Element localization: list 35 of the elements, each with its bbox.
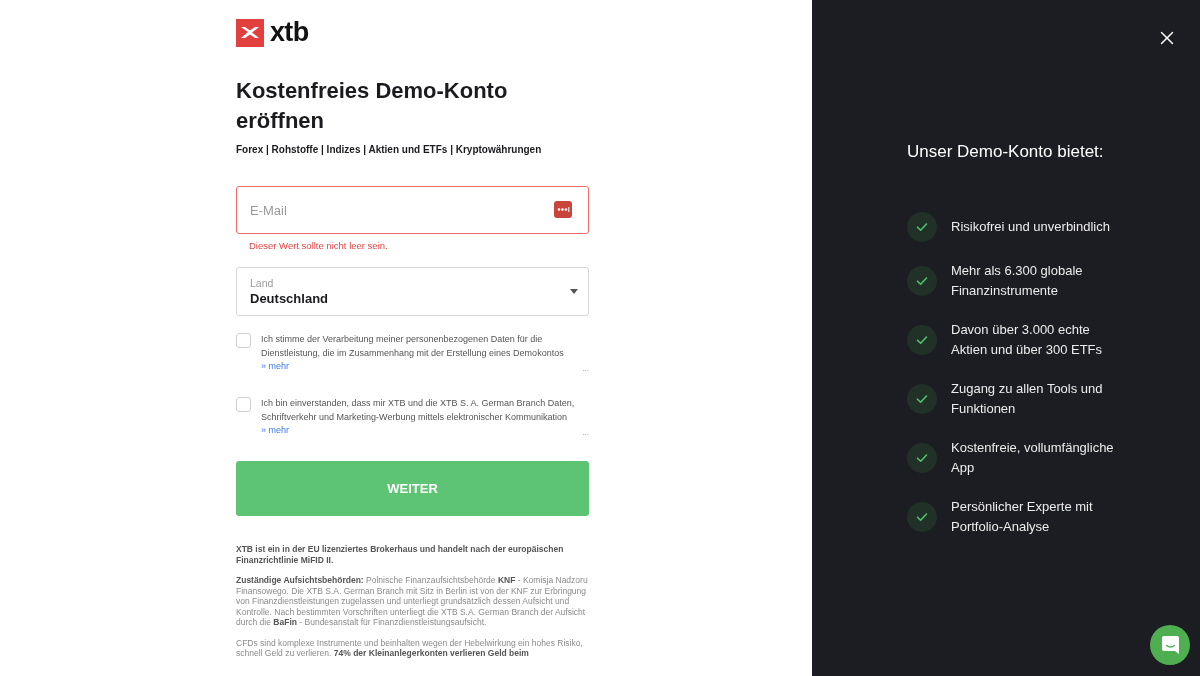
country-select[interactable]: Land Deutschland <box>236 267 589 316</box>
more-link[interactable]: » mehr <box>261 360 289 373</box>
benefit-text: Davon über 3.000 echte Aktien und über 300 ETFs <box>951 321 1104 359</box>
consent-text: Ich stimme der Verarbeitung meiner personenbezogenen Daten für die Dienstleistung, die im Zusammenhang mit der Erstellung eines Demokontos <box>261 333 565 360</box>
benefit-text: Persönlicher Experte mit Portfolio-Analyse <box>951 498 1094 536</box>
disclaimer-paragraph: XTB ist ein in der EU lizenziertes Brokerhaus und handelt nach der europäischen Finanzrichtlinie MiFID II. <box>236 544 565 565</box>
chat-icon <box>1161 636 1179 654</box>
subtitle: Forex | Rohstoffe | Indizes | Aktien und ETFs | Kryptowährungen <box>236 143 542 156</box>
page-title: Kostenfreies Demo-Konto eröffnen <box>236 77 509 135</box>
check-icon <box>907 384 937 414</box>
consent-text: Ich bin einverstanden, dass mir XTB und die XTB S. A. German Branch Daten, Schriftverkehr und Marketing-Werbung mittels elektronischer Kommunikation <box>261 397 576 424</box>
disclaimer-paragraph: CFDs sind komplexe Instrumente und beinhalten wegen der Hebelwirkung ein hohes Risiko, schnell Geld zu verlieren. 74% der Kleinanlegerkonten verlieren Geld beim <box>236 637 584 659</box>
benefit-text: Zugang zu allen Tools und Funktionen <box>951 380 1104 418</box>
error-message: Dieser Wert sollte nicht leer sein. <box>248 240 389 252</box>
ellipsis-text: ... <box>582 429 589 437</box>
dots-icon[interactable] <box>554 201 572 218</box>
benefit-text: Risikofrei und unverbindlich <box>951 218 1111 236</box>
checkbox[interactable] <box>236 333 251 348</box>
checkbox[interactable] <box>236 397 251 412</box>
benefit-text: Mehr als 6.300 globale Finanzinstrumente <box>951 262 1084 300</box>
check-icon <box>907 212 937 242</box>
check-icon <box>907 325 937 355</box>
chat-button[interactable] <box>1150 625 1190 665</box>
benefit-text: Kostenfreie, vollumfängliche App <box>951 439 1115 477</box>
email-input[interactable]: E-Mail <box>236 186 589 234</box>
disclaimer-paragraph: Zuständige Aufsichtsbehörden: Polnische Finanzaufsichtsbehörde KNF - Komisja Nadzoru Finansowego. Die XTB S.A. German Branch mit Sitz in Berlin ist von der KNF zur Erbringung von Finanzdienstleistungen zugelassen und unterliegt grundsätzlich dessen Aufsicht und Kontrolle. Nach bestimmten Vorschriften unterliegt die XTB S.A. German Branch der Aufsicht durch die BaFin - Bundesanstalt für Finanzdienstleistungsaufsicht. <box>236 575 589 628</box>
ellipsis-text: ... <box>582 365 589 373</box>
panel-heading: Unser Demo-Konto bietet: <box>907 141 1104 163</box>
check-icon <box>907 443 937 473</box>
more-link[interactable]: » mehr <box>261 424 289 437</box>
caret-icon <box>570 289 578 294</box>
check-icon <box>907 502 937 532</box>
check-icon <box>907 266 937 296</box>
logo-icon <box>236 18 264 47</box>
logo-text: xtb <box>270 19 309 46</box>
